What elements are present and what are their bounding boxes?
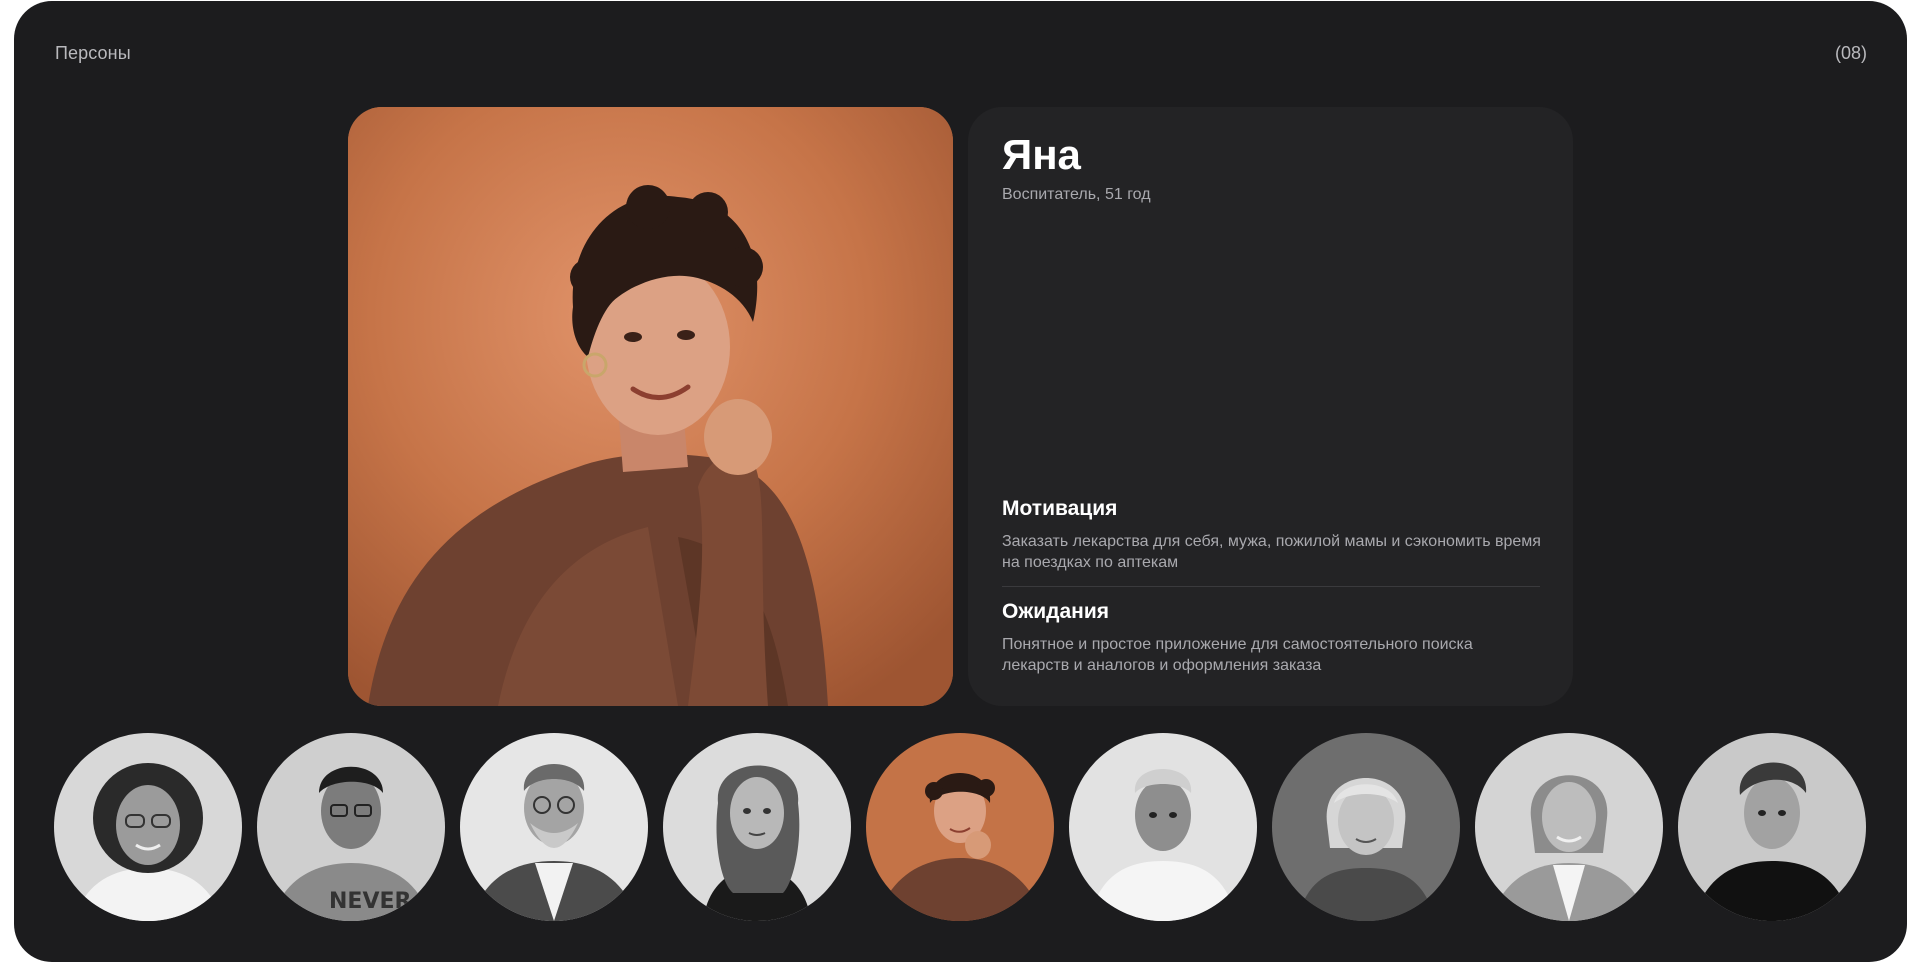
motivation-text: Заказать лекарства для себя, мужа, пожил… bbox=[1002, 533, 1541, 571]
avatar-young-woman-wavy-hair[interactable] bbox=[663, 733, 851, 921]
expectations-block: Ожидания Понятное и простое приложение д… bbox=[1002, 600, 1542, 676]
motivation-block: Мотивация Заказать лекарства для себя, м… bbox=[1002, 497, 1542, 573]
section-title: Персоны bbox=[55, 43, 131, 63]
expectations-text: Понятное и простое приложение для самост… bbox=[1002, 636, 1473, 674]
persona-info-card: Яна Воспитатель, 51 год Мотивация Заказа… bbox=[968, 107, 1573, 706]
avatar-young-man-hoodie[interactable] bbox=[1069, 733, 1257, 921]
avatar-young-man-black-shirt[interactable] bbox=[1678, 733, 1866, 921]
persona-name: Яна bbox=[1002, 131, 1081, 178]
avatar-man-glasses-never-shirt[interactable]: NEVER bbox=[257, 733, 445, 921]
avatar-older-woman-blazer[interactable] bbox=[1475, 733, 1663, 921]
expectations-heading: Ожидания bbox=[1002, 600, 1109, 623]
persona-subtitle: Воспитатель, 51 год bbox=[1002, 186, 1151, 203]
persona-avatar-strip: NEVER bbox=[54, 733, 1866, 923]
motivation-heading: Мотивация bbox=[1002, 497, 1118, 520]
woman-portrait-illustration bbox=[348, 107, 953, 706]
avatar-woman-curly-glasses[interactable] bbox=[54, 733, 242, 921]
avatar-blonde-woman-bob[interactable] bbox=[1272, 733, 1460, 921]
persona-slide: Персоны (08) Яна Воспитатель, 51 год Мот… bbox=[14, 1, 1907, 962]
persona-photo bbox=[348, 107, 953, 706]
svg-text:NEVER: NEVER bbox=[329, 889, 411, 914]
avatar-old-man-beard-vest[interactable] bbox=[460, 733, 648, 921]
page-counter: (08) bbox=[1834, 43, 1867, 63]
section-divider bbox=[1002, 586, 1540, 587]
avatar-yana[interactable] bbox=[866, 733, 1054, 921]
